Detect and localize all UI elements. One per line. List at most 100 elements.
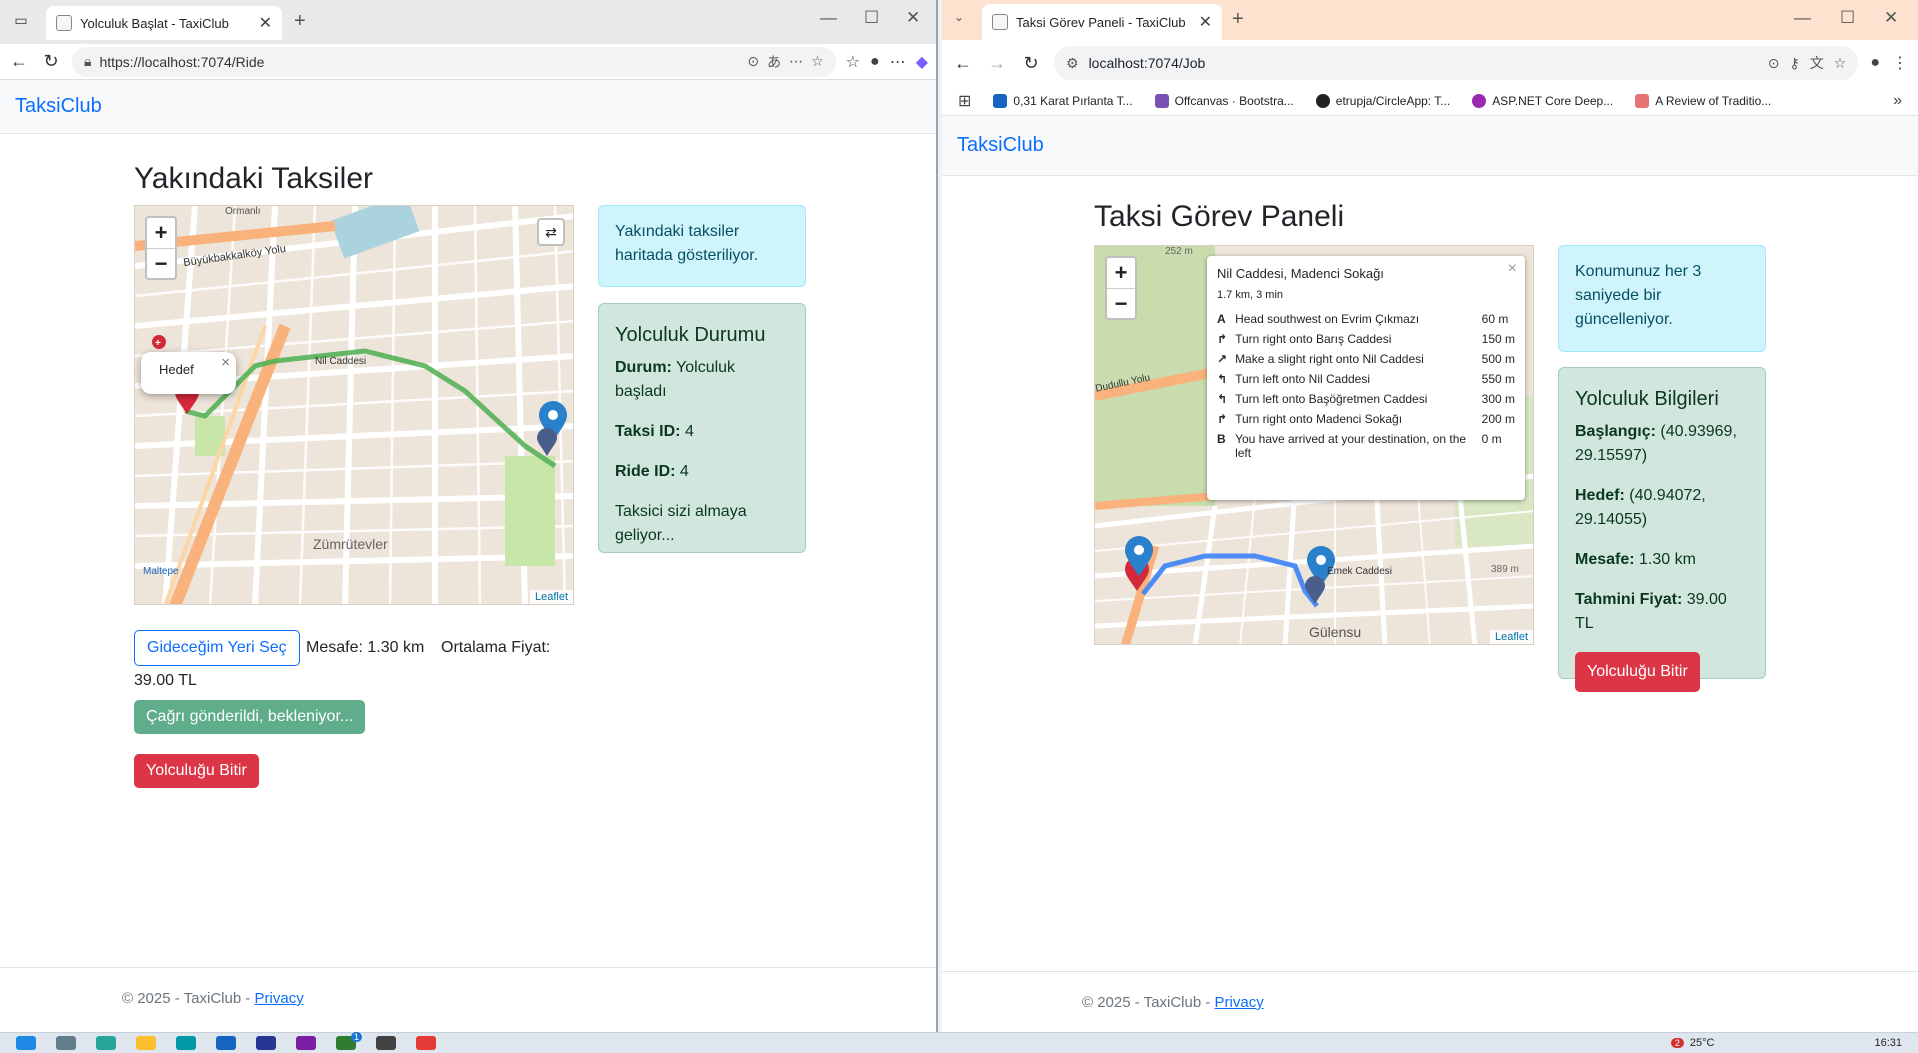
map[interactable]: Gülensu Dudullu Yolu Emek Caddesi 389 m … bbox=[1094, 245, 1534, 645]
back-icon[interactable]: ← bbox=[8, 51, 30, 72]
key-icon[interactable]: ⚷ bbox=[1790, 55, 1800, 72]
more-circle-icon[interactable]: ⋯ bbox=[789, 53, 803, 70]
start-icon[interactable] bbox=[16, 1036, 36, 1050]
apps-icon[interactable]: ⊞ bbox=[958, 91, 971, 111]
map-attribution[interactable]: Leaflet bbox=[1489, 630, 1533, 644]
privacy-link[interactable]: Privacy bbox=[1215, 994, 1264, 1011]
menu-icon[interactable]: ⋮ bbox=[1892, 53, 1908, 73]
terminal-icon[interactable] bbox=[376, 1036, 396, 1050]
attribution-link[interactable]: Leaflet bbox=[1495, 631, 1528, 643]
maximize-icon[interactable]: ☐ bbox=[864, 8, 879, 28]
tab-search-icon[interactable]: ⌄ bbox=[954, 10, 964, 24]
privacy-link[interactable]: Privacy bbox=[255, 990, 304, 1007]
refresh-icon[interactable]: ↻ bbox=[40, 51, 62, 72]
edge-browser-icon[interactable] bbox=[176, 1036, 196, 1050]
attribution-link[interactable]: Leaflet bbox=[535, 591, 568, 603]
profile-icon[interactable]: ● bbox=[1870, 54, 1880, 72]
route-step[interactable]: B You have arrived at your destination, o… bbox=[1213, 429, 1519, 463]
profile-icon[interactable]: ● bbox=[870, 53, 880, 71]
bookmark-icon bbox=[1472, 93, 1487, 108]
file-explorer-icon[interactable] bbox=[136, 1036, 156, 1050]
brand-link[interactable]: TaksiClub bbox=[957, 134, 1044, 157]
new-tab-icon[interactable]: + bbox=[294, 10, 306, 33]
chrome-icon[interactable] bbox=[416, 1036, 436, 1050]
map-place-label: Zümrütevler bbox=[313, 536, 388, 552]
end-ride-button[interactable]: Yolculuğu Bitir bbox=[134, 754, 259, 788]
tab-actions-icon[interactable]: ▭ bbox=[10, 12, 32, 29]
copilot-icon[interactable]: ◆ bbox=[916, 52, 928, 72]
bookmark-item[interactable]: Offcanvas · Bootstra... bbox=[1154, 93, 1294, 108]
widgets-icon[interactable] bbox=[96, 1036, 116, 1050]
bookmark-label: etrupja/CircleApp: T... bbox=[1335, 93, 1451, 108]
zoom-out-button[interactable]: − bbox=[1107, 288, 1135, 318]
bookmark-label: ASP.NET Core Deep... bbox=[1492, 93, 1614, 108]
weather-widget[interactable]: 2 25°C bbox=[1670, 1037, 1714, 1049]
map-attribution[interactable]: Leaflet bbox=[529, 590, 573, 604]
address-bar[interactable]: 🔒︎ https://localhost:7074/Ride ⊙ あ ⋯ ☆ bbox=[72, 46, 836, 77]
tab-title: Taksi Görev Paneli - TaxiClub bbox=[1016, 14, 1186, 30]
route-step[interactable]: ↱ Turn right onto Madenci Sokağı 200 m bbox=[1213, 409, 1519, 429]
popup-label: Hedef bbox=[159, 362, 194, 377]
zoom-control: + − bbox=[1105, 256, 1137, 320]
translate-icon[interactable]: あ bbox=[767, 52, 781, 72]
bookmark-item[interactable]: 0,31 Karat Pırlanta T... bbox=[993, 93, 1133, 108]
start-label: Başlangıç: bbox=[1575, 423, 1656, 440]
route-step[interactable]: ↰ Turn left onto Başöğretmen Caddesi 300 m bbox=[1213, 389, 1519, 409]
bookmark-item[interactable]: etrupja/CircleApp: T... bbox=[1315, 93, 1451, 108]
card-heading: Yolculuk Durumu bbox=[615, 324, 766, 346]
address-bar[interactable]: ⚙ localhost:7074/Job ⊙ ⚷ 文 ☆ bbox=[1054, 46, 1859, 80]
status-message: Taksici sizi almaya geliyor... bbox=[615, 503, 747, 544]
route-step[interactable]: A Head southwest on Evrim Çıkmazı 60 m bbox=[1213, 309, 1519, 329]
maximize-icon[interactable]: ☐ bbox=[1840, 8, 1855, 28]
visual-studio-icon[interactable] bbox=[296, 1036, 316, 1050]
minimize-icon[interactable]: — bbox=[1794, 8, 1811, 28]
map[interactable]: + Zümrütevler Büyükbakkalköy Yolu Nil Ca… bbox=[134, 205, 574, 605]
tab-ride[interactable]: Yolculuk Başlat - TaxiClub ✕ bbox=[46, 6, 282, 40]
end-ride-button[interactable]: Yolculuğu Bitir bbox=[1575, 652, 1700, 692]
popup-close-icon[interactable]: × bbox=[221, 354, 230, 371]
ride-label: Ride ID: bbox=[615, 463, 676, 480]
favorites-icon[interactable]: ☆ bbox=[846, 52, 860, 72]
close-tab-icon[interactable]: ✕ bbox=[259, 13, 272, 33]
close-tab-icon[interactable]: ✕ bbox=[1199, 12, 1212, 32]
zoom-in-button[interactable]: + bbox=[147, 218, 175, 248]
search-icon[interactable] bbox=[56, 1036, 76, 1050]
route-step[interactable]: ↗ Make a slight right onto Nil Caddesi 500… bbox=[1213, 349, 1519, 369]
taxi-row: Taksi ID: 4 bbox=[615, 420, 789, 444]
more-bookmarks-icon[interactable]: » bbox=[1893, 92, 1902, 110]
close-window-icon[interactable]: ✕ bbox=[906, 8, 920, 28]
location-icon[interactable]: ⊙ bbox=[1768, 55, 1780, 72]
routing-toggle-icon[interactable]: ⇄ bbox=[537, 218, 565, 246]
store-icon[interactable] bbox=[216, 1036, 236, 1050]
outlook-icon[interactable]: 1 bbox=[336, 1032, 362, 1050]
close-window-icon[interactable]: ✕ bbox=[1884, 8, 1898, 28]
route-close-icon[interactable]: × bbox=[1508, 260, 1517, 278]
route-step[interactable]: ↱ Turn right onto Barış Caddesi 150 m bbox=[1213, 329, 1519, 349]
clock[interactable]: 16:31 bbox=[1874, 1037, 1902, 1049]
info-alert: Yakındaki taksiler haritada gösteriliyor… bbox=[598, 205, 806, 287]
minimize-icon[interactable]: — bbox=[820, 8, 837, 28]
site-info-icon[interactable]: ⚙ bbox=[1066, 55, 1079, 72]
select-destination-button[interactable]: Gideceğim Yeri Seç bbox=[134, 630, 300, 666]
route-step[interactable]: ↰ Turn left onto Nil Caddesi 550 m bbox=[1213, 369, 1519, 389]
menu-icon[interactable]: ⋯ bbox=[890, 52, 906, 72]
lock-icon[interactable]: 🔒︎ bbox=[84, 53, 91, 70]
ride-status-card: Yolculuk Durumu Durum: Yolculuk başladı … bbox=[598, 303, 806, 553]
zoom-out-button[interactable]: − bbox=[147, 248, 175, 278]
refresh-icon[interactable]: ↻ bbox=[1020, 53, 1042, 74]
back-icon[interactable]: ← bbox=[952, 53, 974, 74]
new-tab-icon[interactable]: + bbox=[1232, 8, 1244, 31]
database-icon[interactable] bbox=[256, 1036, 276, 1050]
forward-icon[interactable]: → bbox=[986, 53, 1008, 74]
zoom-in-button[interactable]: + bbox=[1107, 258, 1135, 288]
star-icon[interactable]: ☆ bbox=[1834, 55, 1847, 72]
star-icon[interactable]: ☆ bbox=[811, 53, 824, 70]
bookmark-item[interactable]: ASP.NET Core Deep... bbox=[1472, 93, 1614, 108]
bookmark-item[interactable]: A Review of Traditio... bbox=[1635, 93, 1771, 108]
location-icon[interactable]: ⊙ bbox=[747, 53, 759, 70]
tab-job[interactable]: Taksi Görev Paneli - TaxiClub ✕ bbox=[982, 4, 1222, 40]
taxi-value: 4 bbox=[684, 423, 694, 440]
brand-link[interactable]: TaksiClub bbox=[15, 95, 102, 118]
call-sent-button[interactable]: Çağrı gönderildi, bekleniyor... bbox=[134, 700, 366, 734]
translate-icon[interactable]: 文 bbox=[1810, 53, 1824, 73]
